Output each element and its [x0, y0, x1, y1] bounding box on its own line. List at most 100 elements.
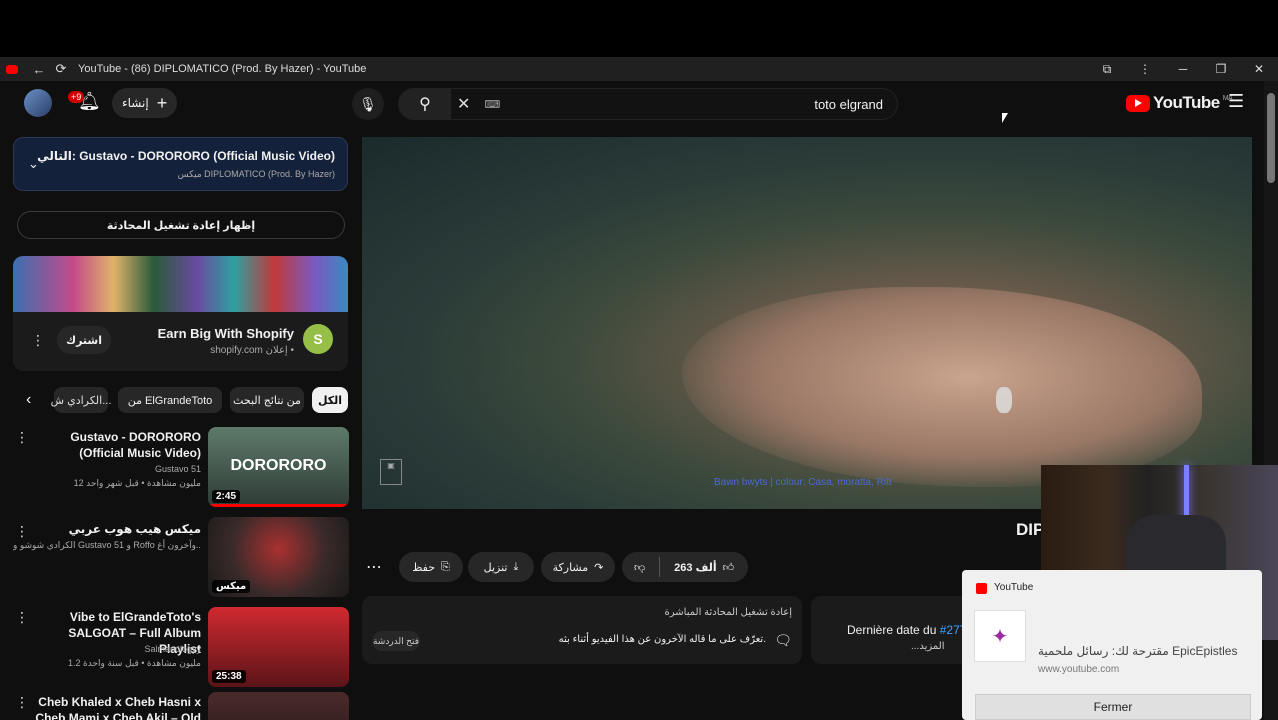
share-icon: ↷	[594, 561, 604, 574]
live-chat-replay-box: إعادة تشغيل المحادثة المباشرة 🗨︎ تعرّف ع…	[362, 596, 802, 664]
back-arrow-icon[interactable]: ←	[28, 62, 50, 77]
video-thumbnail[interactable]: ميكس	[208, 517, 349, 597]
description-box[interactable]: Dernière date du #27T ...المزيد	[811, 596, 971, 664]
video-title[interactable]: Cheb Khaled x Cheb Hasni x Cheb Mami x C…	[35, 694, 201, 720]
extensions-icon[interactable]: ⧉	[1088, 62, 1126, 77]
video-channel[interactable]: Salmanologyy	[35, 643, 201, 656]
video-more-icon[interactable]: ⋮	[15, 523, 29, 540]
share-button[interactable]: مشاركة ↷	[541, 552, 615, 582]
chat-replay-title: إعادة تشغيل المحادثة المباشرة	[664, 607, 792, 618]
menu-dots-icon[interactable]: ⋮	[1126, 62, 1164, 76]
video-meta: الكرادي شوشو و Gustavo 51 و Roffo وآخرون…	[13, 540, 201, 550]
download-label: تنزيل	[483, 561, 508, 574]
open-chat-button[interactable]: فتح الدردشة	[372, 631, 420, 651]
watch-progress-bar	[208, 504, 349, 507]
chip-2[interactable]: من نتائج البحث	[230, 387, 304, 413]
dislike-icon[interactable]: 👎︎	[634, 561, 645, 574]
like-count[interactable]: 263 ألف	[674, 561, 716, 574]
youtube-favicon	[6, 64, 18, 74]
up-next-label: التالي:	[37, 149, 76, 163]
ad-banner-image	[13, 256, 348, 312]
channel-watermark-logo: ▣	[380, 459, 402, 485]
video-title[interactable]: ميكس هيب هوب عربي	[35, 521, 201, 537]
video-thumbnail[interactable]: DORORORO 2:45	[208, 427, 349, 507]
close-button[interactable]: ✕	[1240, 62, 1278, 76]
minimize-button[interactable]: ─	[1164, 62, 1202, 76]
description-more[interactable]: ...المزيد	[911, 641, 945, 652]
video-channel[interactable]: Gustavo 51	[35, 463, 201, 476]
list-item[interactable]: 25:38 Vibe to ElGrandeToto's SALGOAT – F…	[13, 607, 349, 687]
ring-image	[996, 387, 1012, 413]
like-icon[interactable]: 👍︎	[723, 561, 735, 574]
search-icon: ⚲	[419, 96, 431, 113]
screen-top-margin	[0, 0, 1278, 57]
bookmark-icon: ⎘	[441, 560, 450, 573]
create-label: إنشاء	[122, 96, 149, 110]
search-input[interactable]	[500, 96, 897, 112]
video-thumbnail[interactable]: 25:38	[208, 607, 349, 687]
mouse-cursor-icon	[1002, 113, 1008, 123]
reload-icon[interactable]: ⟳	[50, 61, 72, 77]
video-duration: 25:38	[212, 670, 246, 683]
chat-replay-desc: تعرّف على ما قاله الآخرون عن هذا الفيديو…	[558, 634, 766, 645]
hands-image	[682, 287, 1202, 487]
video-more-icon[interactable]: ⋮	[15, 694, 29, 711]
ad-card[interactable]: S Earn Big With Shopify shopify.com إعلا…	[13, 256, 348, 371]
ad-title: Earn Big With Shopify	[157, 326, 294, 341]
video-meta: 1.2 مليون مشاهدة • قبل سنة واحدة	[68, 658, 201, 668]
popup-title: مقترحة لك: رسائل ملحمية EpicEpistles	[1038, 644, 1238, 658]
divider	[659, 557, 661, 577]
microphone-icon: 🎙︎	[359, 95, 377, 112]
notification-count-badge: +9	[68, 91, 85, 103]
ad-subscribe-label: اشترك	[65, 334, 102, 347]
video-more-icon[interactable]: ⋮	[15, 429, 29, 446]
youtube-play-icon	[1126, 94, 1150, 112]
more-actions-button[interactable]: ⋯	[366, 557, 382, 577]
video-title[interactable]: Gustavo - DORORORO (Official Music Video…	[35, 429, 201, 461]
chip-1-selected[interactable]: الكل	[312, 387, 348, 413]
list-item[interactable]: Cheb Khaled x Cheb Hasni x Cheb Mami x C…	[13, 692, 349, 720]
thumbnail-text: DORORORO	[230, 457, 327, 474]
video-more-icon[interactable]: ⋮	[15, 609, 29, 626]
popup-source: YouTube	[994, 582, 1034, 593]
like-dislike-group: 👎︎ 263 ألف 👍︎	[622, 552, 748, 582]
youtube-logo[interactable]: YouTube MA	[1126, 93, 1233, 113]
ad-label: إعلان •	[265, 345, 294, 356]
up-next-card[interactable]: ⌄ التالي: Gustavo - DORORORO (Official M…	[13, 137, 348, 191]
youtube-header: 🔔︎ +9 إنشاء + 🎙︎ ⚲ ✕ ⌨ YouTube MA ☰	[0, 81, 1264, 127]
chip-4[interactable]: الكرادي ش...	[51, 387, 111, 413]
description-text: Dernière date du	[847, 623, 937, 637]
show-chat-replay-button[interactable]: إظهار إعادة تشغيل المحادثة	[17, 211, 345, 239]
download-icon: ⤓	[513, 560, 519, 573]
search-button[interactable]: ⚲	[399, 89, 451, 119]
chips-scroll-left-icon[interactable]: ‹	[26, 391, 31, 409]
restore-button[interactable]: ❐	[1202, 62, 1240, 76]
popup-url: www.youtube.com	[1038, 664, 1120, 675]
scrollbar-thumb[interactable]	[1267, 93, 1275, 183]
download-button[interactable]: تنزيل ⤓	[468, 552, 534, 582]
popup-close-button[interactable]: Fermer	[975, 694, 1251, 720]
avatar[interactable]	[24, 89, 52, 117]
save-label: حفظ	[412, 561, 435, 574]
video-player[interactable]: ▣ Bawn bwyts | colour: Casa, moratta, Ri…	[362, 137, 1252, 509]
clear-search-icon[interactable]: ✕	[457, 94, 470, 114]
search-bar: ⚲ ✕ ⌨	[398, 88, 898, 120]
up-next-title: Gustavo - DORORORO (Official Music Video…	[79, 149, 335, 163]
chip-3[interactable]: من ElGrandeToto	[118, 387, 222, 413]
list-item[interactable]: DORORORO 2:45 Gustavo - DORORORO (Offici…	[13, 427, 349, 507]
create-button[interactable]: إنشاء +	[112, 88, 178, 118]
video-duration: 2:45	[212, 490, 241, 503]
keyboard-icon[interactable]: ⌨	[484, 98, 500, 111]
plus-icon: +	[156, 92, 168, 113]
channel-logo-image: ✦	[974, 610, 1026, 662]
voice-search-button[interactable]: 🎙︎	[352, 88, 384, 120]
logo-text: YouTube	[1153, 93, 1220, 112]
save-button[interactable]: حفظ ⎘	[399, 552, 463, 582]
video-thumbnail[interactable]	[208, 692, 349, 720]
list-item[interactable]: ميكس ميكس هيب هوب عربي الكرادي شوشو و Gu…	[13, 517, 349, 597]
hamburger-menu-icon[interactable]: ☰	[1228, 91, 1244, 112]
ad-subscribe-button[interactable]: اشترك	[57, 326, 111, 354]
notification-popup: YouTube ✦ مقترحة لك: رسائل ملحمية EpicEp…	[962, 570, 1262, 720]
ad-more-icon[interactable]: ⋮	[31, 332, 45, 349]
up-next-subtitle: ميكس DIPLOMATICO (Prod. By Hazer)	[177, 169, 335, 179]
